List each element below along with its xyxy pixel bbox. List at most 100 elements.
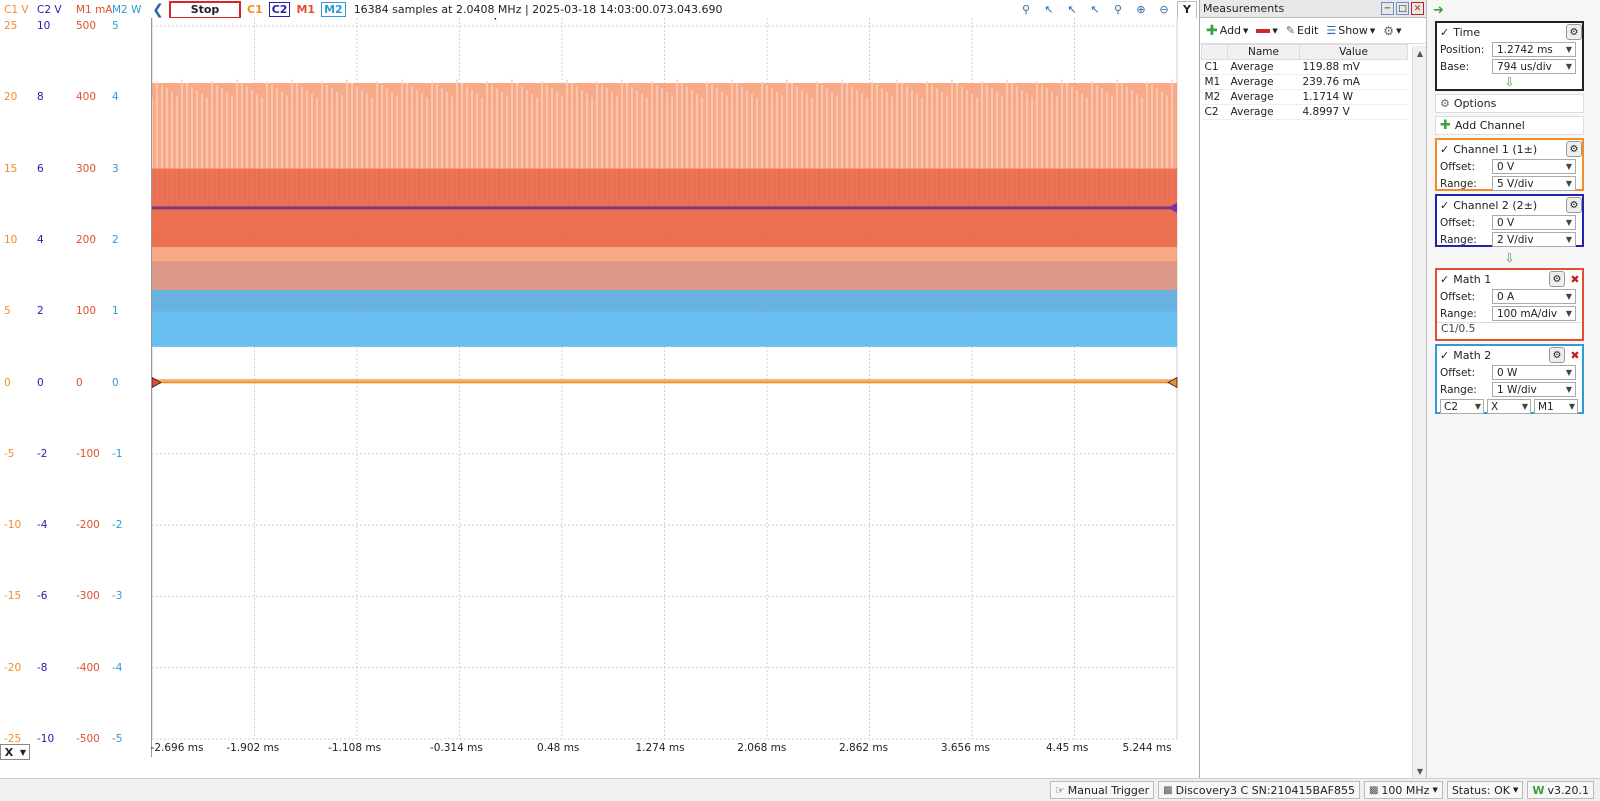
table-row[interactable]: C1 Average 119.88 mV <box>1201 59 1408 75</box>
zoom-icon[interactable]: ⚲ <box>1108 1 1128 19</box>
zoom-in-icon[interactable]: ⚲ <box>1016 1 1036 19</box>
restore-icon[interactable]: □ <box>1396 2 1409 15</box>
gear-icon[interactable]: ⚙ <box>1566 24 1582 40</box>
math2-offset-field[interactable]: 0 W ▼ <box>1492 365 1576 380</box>
status-indicator[interactable]: Status: OK ▼ <box>1446 781 1524 799</box>
measurement-channel: C1 <box>1201 59 1228 75</box>
measurements-scrollbar[interactable]: ▲ ▼ <box>1412 46 1426 778</box>
scale-m2-header[interactable]: M2 W <box>112 4 141 16</box>
chevron-left-icon[interactable]: ❮ <box>151 1 165 19</box>
range-label: Range: <box>1440 307 1477 320</box>
channel1-offset-field[interactable]: 0 V ▼ <box>1492 159 1576 174</box>
channel-tag-m2[interactable]: M2 <box>321 2 346 17</box>
checkmark-icon[interactable]: ✓ <box>1440 273 1449 286</box>
gear-icon[interactable]: ⚙ <box>1549 271 1565 287</box>
gear-icon[interactable]: ⚙ <box>1549 347 1565 363</box>
column-header-name[interactable]: Name <box>1227 44 1300 60</box>
measurement-value: 119.88 mV <box>1299 59 1408 75</box>
gear-icon[interactable]: ⚙ <box>1566 141 1582 157</box>
stop-button[interactable]: Stop <box>169 0 241 19</box>
measurements-title: Measurements <box>1203 2 1285 15</box>
scale-m1-tick: 500 <box>76 20 97 32</box>
close-icon[interactable]: ✖ <box>1568 348 1582 362</box>
math1-box: ✓ Math 1 ⚙ ✖ Offset: 0 A ▼ Range: 100 mA/… <box>1435 268 1584 341</box>
options-button[interactable]: ⚙ Options <box>1435 94 1584 113</box>
y-icon[interactable]: Y <box>1177 0 1197 19</box>
x-axis-selector[interactable]: X ▼ <box>0 744 30 760</box>
cursor-icon[interactable]: ↖ <box>1085 1 1105 19</box>
channel1-box: ✓ Channel 1 (1±) ⚙ Offset: 0 V ▼ Range: 5… <box>1435 138 1584 191</box>
scale-c2-tick: -6 <box>37 590 48 603</box>
cursor-icon[interactable]: ↖ <box>1062 1 1082 19</box>
channel-tag-m1[interactable]: M1 <box>294 3 317 16</box>
scale-c2-tick: 2 <box>37 305 44 318</box>
checkmark-icon[interactable]: ✓ <box>1440 26 1449 39</box>
channel-tag-c1[interactable]: C1 <box>245 3 265 16</box>
range-label: Range: <box>1440 177 1477 190</box>
scale-m2-tick: 1 <box>112 305 119 318</box>
channel2-box: ✓ Channel 2 (2±) ⚙ Offset: 0 V ▼ Range: 2… <box>1435 194 1584 247</box>
minimize-icon[interactable]: ─ <box>1381 2 1394 15</box>
gear-icon[interactable]: ⚙ ▼ <box>1383 24 1401 38</box>
position-field[interactable]: 1.2742 ms ▼ <box>1492 42 1576 57</box>
scale-c2-tick: 6 <box>37 162 44 175</box>
frequency-selector[interactable]: ▩ 100 MHz ▼ <box>1363 781 1443 799</box>
cursor-icon[interactable]: ↖ <box>1039 1 1059 19</box>
add-channel-button[interactable]: ✚ Add Channel <box>1435 116 1584 135</box>
channel2-offset-field[interactable]: 0 V ▼ <box>1492 215 1576 230</box>
table-row[interactable]: M1 Average 239.76 mA <box>1201 74 1408 90</box>
time-title: Time <box>1453 25 1481 39</box>
zoom-in-icon[interactable]: ⊕ <box>1131 1 1151 19</box>
scale-c1-tick: -10 <box>4 519 22 532</box>
scale-c1-tick: 25 <box>4 20 18 32</box>
scale-m1-tick: 200 <box>76 233 97 246</box>
manual-trigger-button[interactable]: ☞ Manual Trigger <box>1049 781 1155 799</box>
math2-operand-a[interactable]: C2 ▼ <box>1440 399 1484 414</box>
device-icon: ▩ <box>1163 784 1173 796</box>
device-indicator[interactable]: ▩ Discovery3 C SN:210415BAF855 <box>1158 781 1360 799</box>
base-field[interactable]: 794 us/div ▼ <box>1492 59 1576 74</box>
remove-measurement-button[interactable]: ▼ <box>1256 27 1278 35</box>
channel1-title: Channel 1 (1±) <box>1453 142 1538 156</box>
column-header-value[interactable]: Value <box>1299 44 1408 60</box>
math1-title: Math 1 <box>1453 272 1492 286</box>
add-measurement-button[interactable]: ✚ Add ▼ <box>1206 23 1248 39</box>
math1-expression[interactable]: C1/0.5 <box>1437 322 1582 338</box>
close-icon[interactable]: ✕ <box>1411 2 1424 15</box>
scale-m2-tick: -4 <box>112 661 123 674</box>
scroll-down-icon[interactable]: ▼ <box>1413 764 1427 778</box>
math2-operand-b[interactable]: M1 ▼ <box>1534 399 1578 414</box>
checkmark-icon[interactable]: ✓ <box>1440 143 1449 156</box>
scale-c2-tick: 4 <box>37 233 44 246</box>
math2-operator[interactable]: X ▼ <box>1487 399 1531 414</box>
chevron-down-icon: ▼ <box>1565 368 1572 377</box>
channel2-range-field[interactable]: 2 V/div ▼ <box>1492 232 1576 247</box>
math1-offset-field[interactable]: 0 A ▼ <box>1492 289 1576 304</box>
checkmark-icon[interactable]: ✓ <box>1440 349 1449 362</box>
scroll-up-icon[interactable]: ▲ <box>1413 46 1427 60</box>
scale-c1-header[interactable]: C1 V <box>4 4 29 16</box>
measurement-name: Average <box>1227 59 1300 75</box>
math2-range-field[interactable]: 1 W/div ▼ <box>1492 382 1576 397</box>
edit-measurement-button[interactable]: ✎ Edit <box>1286 24 1319 37</box>
math1-range-field[interactable]: 100 mA/div ▼ <box>1492 306 1576 321</box>
chevron-down-icon[interactable]: ▼ <box>17 745 29 759</box>
plot-area[interactable] <box>151 18 1199 757</box>
channel-tag-c2[interactable]: C2 <box>268 2 291 17</box>
gear-icon[interactable]: ⚙ <box>1566 197 1582 213</box>
show-measurement-button[interactable]: ☰ Show ▼ <box>1326 24 1375 37</box>
trigger-position-icon <box>494 18 497 20</box>
table-row[interactable]: M2 Average 1.1714 W <box>1201 89 1408 105</box>
close-icon[interactable]: ✖ <box>1568 272 1582 286</box>
table-row[interactable]: C2 Average 4.8997 V <box>1201 104 1408 120</box>
scale-m1-header[interactable]: M1 mA <box>76 4 113 16</box>
channel1-range-field[interactable]: 5 V/div ▼ <box>1492 176 1576 191</box>
checkmark-icon[interactable]: ✓ <box>1440 199 1449 212</box>
arrow-right-icon[interactable]: ➜ <box>1433 3 1444 18</box>
measurement-name: Average <box>1227 104 1300 120</box>
zoom-out-icon[interactable]: ⊖ <box>1154 1 1174 19</box>
chevron-down-icon: ▼ <box>1565 162 1572 171</box>
measurements-titlebar: Measurements ─ □ ✕ <box>1200 0 1426 18</box>
scale-c2-header[interactable]: C2 V <box>37 4 62 16</box>
version-indicator[interactable]: Wv3.20.1 <box>1527 781 1594 799</box>
